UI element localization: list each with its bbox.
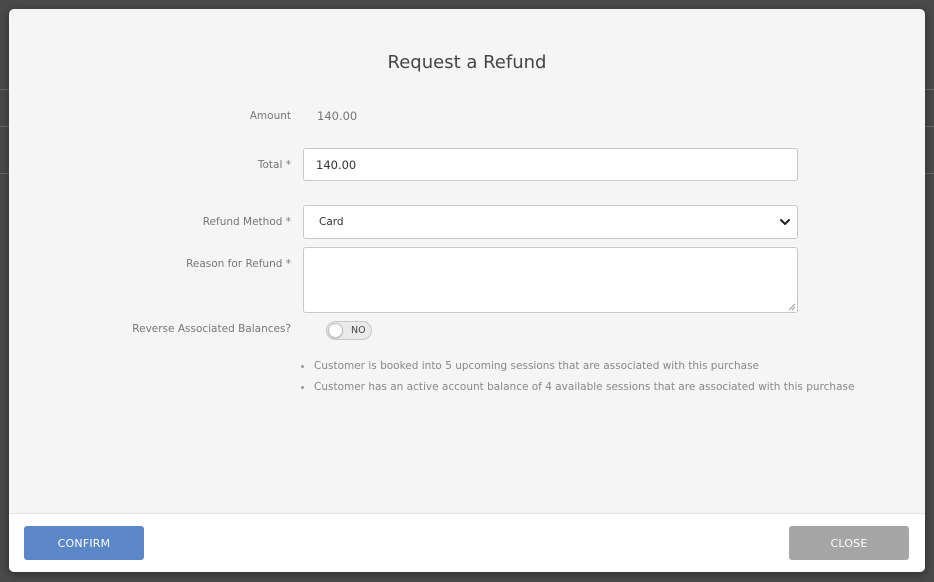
refund-modal: Request a Refund Amount 140.00 Total * R… (9, 9, 925, 572)
modal-title: Request a Refund (387, 52, 547, 73)
confirm-button[interactable]: CONFIRM (24, 526, 144, 560)
toggle-state-text: NO (351, 325, 366, 336)
toggle-knob (328, 323, 343, 338)
reason-label: Reason for Refund * (186, 258, 291, 270)
refund-method-select[interactable]: Card (303, 205, 798, 239)
total-input[interactable] (304, 149, 797, 180)
total-label: Total * (257, 159, 291, 171)
reason-field[interactable] (303, 247, 798, 313)
reverse-balances-toggle[interactable]: NO (326, 321, 372, 340)
list-item: Customer is booked into 5 upcoming sessi… (300, 360, 854, 381)
note-text: Customer has an active account balance o… (314, 381, 855, 393)
resize-grip-icon[interactable] (787, 302, 796, 311)
refund-method-label: Refund Method * (202, 216, 291, 228)
list-item: Customer has an active account balance o… (300, 381, 854, 402)
modal-footer: CONFIRM CLOSE (9, 513, 925, 572)
associated-notes-list: Customer is booked into 5 upcoming sessi… (300, 360, 854, 402)
bullet-icon (301, 386, 304, 389)
bullet-icon (301, 365, 304, 368)
amount-value: 140.00 (317, 109, 358, 123)
note-text: Customer is booked into 5 upcoming sessi… (314, 360, 760, 372)
chevron-down-icon (780, 219, 790, 225)
refund-method-value: Card (319, 216, 344, 228)
amount-label: Amount (249, 110, 291, 122)
reason-textarea[interactable] (304, 248, 797, 312)
close-button[interactable]: CLOSE (789, 526, 909, 560)
total-field[interactable] (303, 148, 798, 181)
reverse-balances-label: Reverse Associated Balances? (132, 323, 291, 335)
